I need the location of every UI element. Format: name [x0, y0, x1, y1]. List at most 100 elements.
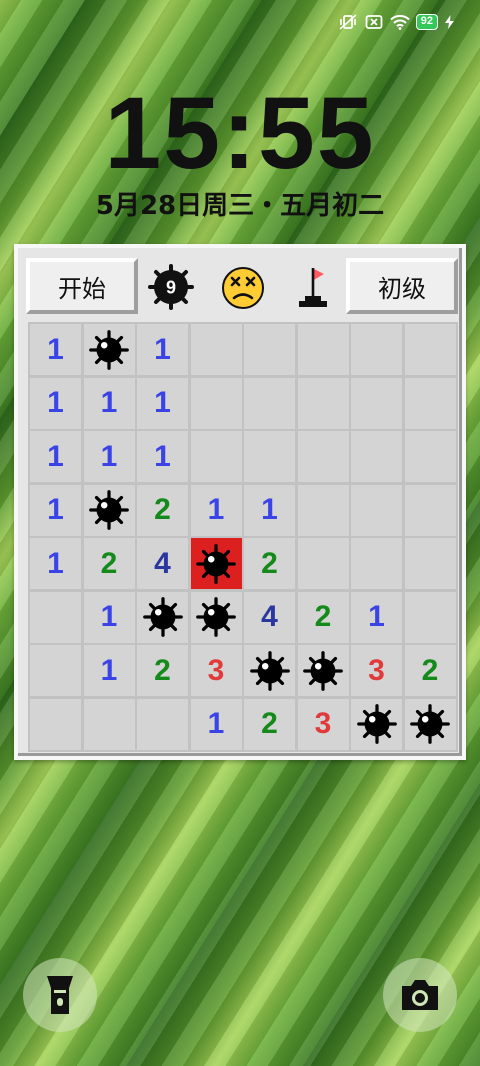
cell-number: 1	[47, 386, 64, 419]
wifi-icon	[390, 13, 410, 31]
number-cell[interactable]: 4	[244, 591, 295, 643]
mine-cell[interactable]	[190, 591, 242, 643]
flashlight-button[interactable]	[23, 958, 97, 1032]
number-cell[interactable]: 3	[190, 645, 242, 696]
number-cell[interactable]: 1	[137, 377, 188, 429]
battery-icon: 92	[415, 14, 438, 30]
exploded-mine-cell[interactable]	[190, 538, 242, 589]
level-button[interactable]: 初级	[346, 258, 458, 314]
camera-button[interactable]	[383, 958, 457, 1032]
cell-number: 1	[100, 386, 118, 419]
number-cell[interactable]: 3	[351, 645, 402, 696]
mine-cell[interactable]	[297, 645, 349, 696]
number-cell[interactable]: 1	[351, 591, 402, 643]
number-cell[interactable]: 2	[404, 645, 456, 696]
cell-number: 1	[368, 600, 385, 633]
cell-number: 1	[261, 493, 278, 526]
number-cell[interactable]: 1	[190, 698, 242, 750]
number-cell[interactable]: 1	[83, 591, 135, 643]
empty-cell[interactable]	[244, 377, 295, 429]
empty-cell[interactable]	[351, 377, 402, 429]
mine-cell[interactable]	[351, 698, 402, 750]
number-cell[interactable]: 2	[83, 538, 135, 589]
vibrate-icon	[338, 13, 358, 31]
cell-number: 1	[154, 439, 171, 473]
cell-number: 2	[261, 707, 278, 740]
number-cell[interactable]: 1	[30, 377, 81, 429]
empty-cell[interactable]	[297, 377, 349, 429]
mine-cell[interactable]	[83, 484, 135, 536]
dead-face-icon	[222, 267, 264, 309]
empty-cell[interactable]	[244, 431, 295, 482]
number-cell[interactable]: 2	[137, 484, 188, 536]
cell-number: 2	[100, 546, 118, 580]
mine-cell[interactable]	[137, 591, 188, 643]
empty-cell[interactable]	[351, 484, 402, 536]
mine-cell[interactable]	[83, 324, 135, 375]
empty-cell[interactable]	[404, 484, 456, 536]
empty-cell[interactable]	[30, 698, 81, 750]
empty-cell[interactable]	[404, 538, 456, 589]
cell-number: 2	[154, 493, 171, 526]
number-cell[interactable]: 1	[244, 484, 295, 536]
number-cell[interactable]: 3	[297, 698, 349, 750]
minesweeper-window: 开始 9 初级 1 1 1 1 1 1 1 1 1 2 1 1 1 2 4 2 1 4 2 1 1 2 3 3 2 1 2 3	[14, 244, 466, 760]
empty-cell[interactable]	[297, 484, 349, 536]
empty-cell[interactable]	[190, 431, 242, 482]
empty-cell[interactable]	[137, 698, 188, 750]
number-cell[interactable]: 1	[137, 431, 188, 482]
empty-cell[interactable]	[297, 324, 349, 375]
mine-cell[interactable]	[244, 645, 295, 696]
cell-number: 2	[421, 653, 439, 687]
flag-icon[interactable]	[294, 264, 338, 310]
mine-icon	[140, 594, 186, 640]
number-cell[interactable]: 1	[30, 431, 81, 482]
cell-number: 2	[154, 653, 171, 687]
mine-cell[interactable]	[404, 698, 456, 750]
empty-cell[interactable]	[297, 538, 349, 589]
empty-cell[interactable]	[404, 377, 456, 429]
empty-cell[interactable]	[190, 324, 242, 375]
cell-number: 1	[100, 653, 118, 687]
cell-number: 1	[100, 600, 118, 633]
empty-cell[interactable]	[404, 431, 456, 482]
start-button[interactable]: 开始	[26, 258, 138, 314]
number-cell[interactable]: 1	[137, 324, 188, 375]
cell-number: 4	[154, 546, 171, 580]
cell-number: 1	[207, 707, 225, 740]
empty-cell[interactable]	[190, 377, 242, 429]
number-cell[interactable]: 1	[83, 377, 135, 429]
dead-face-button[interactable]	[221, 266, 265, 310]
empty-cell[interactable]	[351, 324, 402, 375]
number-cell[interactable]: 2	[244, 698, 295, 750]
number-cell[interactable]: 2	[297, 591, 349, 643]
empty-cell[interactable]	[351, 538, 402, 589]
mine-icon	[247, 648, 293, 694]
charging-icon	[444, 13, 454, 31]
empty-cell[interactable]	[351, 431, 402, 482]
mine-icon	[354, 701, 400, 747]
cell-number: 1	[47, 493, 64, 526]
number-cell[interactable]: 2	[137, 645, 188, 696]
cell-number: 1	[47, 546, 64, 580]
empty-cell[interactable]	[30, 645, 81, 696]
number-cell[interactable]: 4	[137, 538, 188, 589]
mine-icon	[86, 327, 132, 373]
empty-cell[interactable]	[83, 698, 135, 750]
number-cell[interactable]: 1	[30, 484, 81, 536]
empty-cell[interactable]	[30, 591, 81, 643]
cell-number: 1	[207, 493, 225, 526]
lockscreen-clock: 15:55	[104, 76, 376, 190]
number-cell[interactable]: 1	[83, 431, 135, 482]
number-cell[interactable]: 2	[244, 538, 295, 589]
empty-cell[interactable]	[244, 324, 295, 375]
number-cell[interactable]: 1	[83, 645, 135, 696]
empty-cell[interactable]	[404, 324, 456, 375]
number-cell[interactable]: 1	[30, 538, 81, 589]
empty-cell[interactable]	[404, 591, 456, 643]
number-cell[interactable]: 1	[30, 324, 81, 375]
cell-number: 1	[100, 439, 118, 473]
empty-cell[interactable]	[297, 431, 349, 482]
number-cell[interactable]: 1	[190, 484, 242, 536]
cell-number: 1	[47, 439, 64, 473]
